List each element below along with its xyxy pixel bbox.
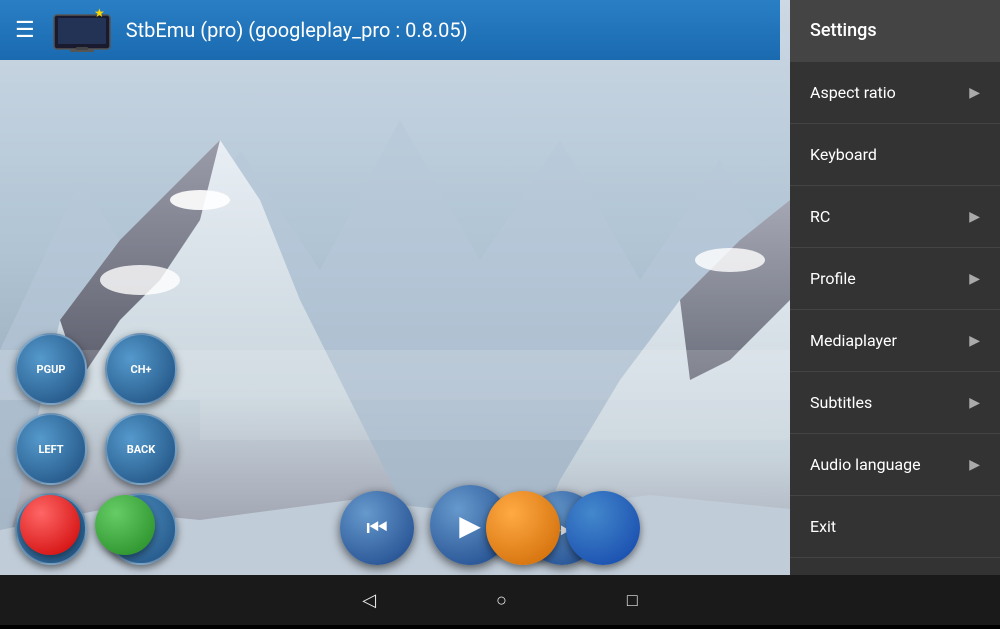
header-bar: ☰ ★ StbEmu (pro) (googleplay_pro : 0.8.0… bbox=[0, 0, 780, 60]
left-button[interactable]: LEFT bbox=[15, 413, 87, 485]
orange-button[interactable] bbox=[486, 491, 560, 565]
menu-item-aspect-ratio[interactable]: Aspect ratio ▶ bbox=[790, 62, 1000, 124]
arrow-icon: ▶ bbox=[969, 457, 980, 473]
android-home-button[interactable]: ○ bbox=[496, 590, 507, 611]
green-button[interactable] bbox=[95, 495, 155, 555]
svg-text:★: ★ bbox=[94, 7, 105, 20]
ch-plus-button[interactable]: CH+ bbox=[105, 333, 177, 405]
menu-item-rc[interactable]: RC ▶ bbox=[790, 186, 1000, 248]
arrow-icon: ▶ bbox=[969, 395, 980, 411]
arrow-icon: ▶ bbox=[969, 85, 980, 101]
arrow-icon: ▶ bbox=[969, 333, 980, 349]
android-recents-button[interactable]: □ bbox=[627, 590, 638, 611]
arrow-icon: ▶ bbox=[969, 271, 980, 287]
tv-logo: ★ bbox=[50, 7, 114, 53]
menu-item-subtitles[interactable]: Subtitles ▶ bbox=[790, 372, 1000, 434]
pgup-button[interactable]: PGUP bbox=[15, 333, 87, 405]
context-menu: Settings Aspect ratio ▶ Keyboard RC ▶ Pr… bbox=[790, 0, 1000, 625]
controls-container: PGUP CH+ LEFT BACK PGDOWN CH- ⏮ ▶ ⏭ bbox=[0, 295, 790, 575]
app-title: StbEmu (pro) (googleplay_pro : 0.8.05) bbox=[126, 18, 468, 42]
android-nav-bar: ◁ ○ □ bbox=[0, 575, 1000, 625]
android-back-button[interactable]: ◁ bbox=[362, 590, 376, 611]
menu-item-keyboard[interactable]: Keyboard bbox=[790, 124, 1000, 186]
menu-item-settings[interactable]: Settings bbox=[790, 0, 1000, 62]
menu-item-profile[interactable]: Profile ▶ bbox=[790, 248, 1000, 310]
rewind-button[interactable]: ⏮ bbox=[340, 491, 414, 565]
arrow-icon: ▶ bbox=[969, 209, 980, 225]
menu-item-exit[interactable]: Exit bbox=[790, 496, 1000, 558]
menu-item-audio-language[interactable]: Audio language ▶ bbox=[790, 434, 1000, 496]
menu-item-mediaplayer[interactable]: Mediaplayer ▶ bbox=[790, 310, 1000, 372]
blue-button[interactable] bbox=[566, 491, 640, 565]
hamburger-icon[interactable]: ☰ bbox=[15, 18, 35, 43]
back-button[interactable]: BACK bbox=[105, 413, 177, 485]
red-button[interactable] bbox=[20, 495, 80, 555]
